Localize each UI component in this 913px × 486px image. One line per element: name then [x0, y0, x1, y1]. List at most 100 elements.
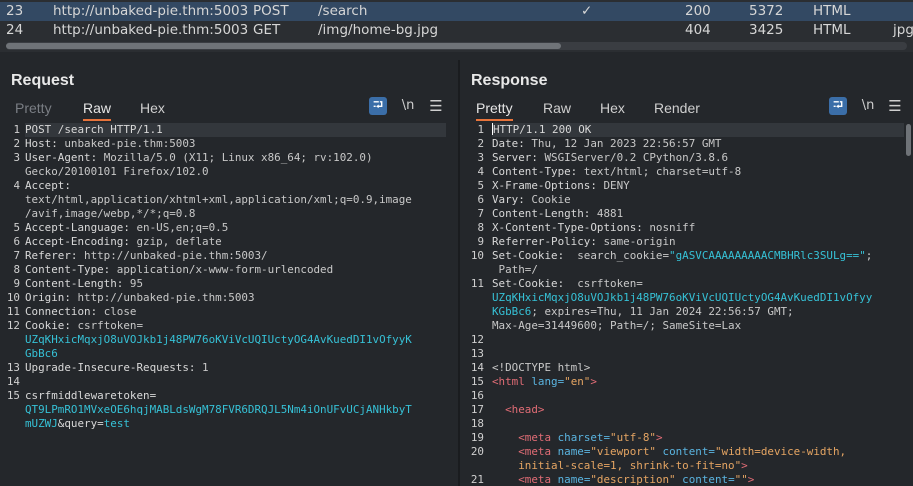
tab-render[interactable]: Render [654, 99, 700, 121]
vertical-scrollbar[interactable] [906, 124, 911, 156]
code-line: KGbBc6; expires=Thu, 11 Jan 2024 22:56:5… [492, 305, 904, 319]
line-number [460, 263, 484, 277]
code-line: Gecko/20100101 Firefox/102.0 [25, 165, 446, 179]
line-number: 12 [6, 319, 20, 332]
line-number: 6 [13, 235, 20, 248]
history-row-extension: jpg [893, 22, 913, 38]
horizontal-scrollbar[interactable] [6, 42, 907, 50]
history-row-length: 3425 [749, 22, 784, 38]
code-token: /avif,image/webp,*/*;q=0.8 [25, 207, 196, 220]
code-token: "description" [590, 473, 676, 486]
code-token: initial-scale=1, shrink-to-fit=no" [492, 459, 742, 472]
code-line: <head> [492, 403, 904, 417]
code-token: unbaked-pie.thm:5003 [64, 137, 196, 150]
line-number: 15 [6, 389, 20, 402]
tab-pretty[interactable]: Pretty [476, 99, 513, 121]
code-line: X-Content-Type-Options: nosniff [492, 221, 904, 235]
line-number [0, 165, 20, 179]
line-number: 13 [470, 347, 484, 360]
code-token: > [590, 375, 597, 388]
wrap-lines-button[interactable]: ⮒ [369, 97, 387, 115]
code-token: WSGIServer/0.2 CPython/3.8.6 [544, 151, 729, 164]
line-number: 9 [13, 277, 20, 290]
history-row[interactable]: 24 http://unbaked-pie.thm:5003 GET /img/… [0, 21, 913, 40]
code-token: en-US,en;q=0.5 [136, 221, 229, 234]
code-line: <meta name="description" content=""> [492, 473, 904, 486]
code-token: Content-Length: [492, 207, 597, 220]
wrap-lines-button[interactable]: ⮒ [829, 97, 847, 115]
line-number: 7 [477, 207, 484, 220]
code-token: Accept-Language: [25, 221, 137, 234]
code-token: text/html,application/xhtml+xml,applicat… [25, 193, 412, 206]
response-title: Response [471, 72, 548, 89]
line-number: 14 [6, 375, 20, 388]
code-token: name= [551, 445, 591, 458]
request-code[interactable]: POST /search HTTP/1.1 Host: unbaked-pie.t… [25, 123, 446, 431]
response-editor[interactable]: 1 2 3 4 5 6 7 8 9 10 11 12 13 14 15 16 17 18 19 20 21 HTTP/1… [460, 123, 913, 486]
tab-hex[interactable]: Hex [600, 99, 625, 121]
history-row[interactable]: 23 http://unbaked-pie.thm:5003 POST /sea… [0, 2, 913, 21]
line-number [0, 193, 20, 207]
code-token: Upgrade-Insecure-Requests: [25, 361, 203, 374]
history-row-number: 23 [6, 3, 24, 19]
history-row-host: http://unbaked-pie.thm:5003 [53, 3, 249, 19]
code-line: Set-Cookie: search_cookie="gASVCAAAAAAAA… [492, 249, 904, 263]
code-token: charset= [551, 431, 611, 444]
wrap-icon: ⮒ [832, 98, 844, 113]
menu-icon[interactable]: ☰ [428, 97, 444, 115]
code-line: initial-scale=1, shrink-to-fit=no"> [492, 459, 904, 473]
code-token: text/html; charset=utf-8 [583, 165, 742, 178]
line-number: 19 [470, 431, 484, 444]
code-token: ; [865, 249, 873, 262]
line-number: 11 [470, 277, 484, 290]
line-number: 16 [470, 389, 484, 402]
code-token: <meta [518, 445, 552, 458]
code-token: "" [734, 473, 748, 486]
tab-raw[interactable]: Raw [83, 99, 112, 121]
code-line: Accept-Encoding: gzip, deflate [25, 235, 446, 249]
response-code[interactable]: HTTP/1.1 200 OK Date: Thu, 12 Jan 2023 22… [492, 123, 904, 486]
history-row-number: 24 [6, 22, 24, 38]
code-token: content= [675, 473, 735, 486]
code-line: /avif,image/webp,*/*;q=0.8 [25, 207, 446, 221]
show-newlines-button[interactable]: \n [860, 97, 876, 115]
request-editor[interactable]: 1 2 3 4 5 6 7 8 9 10 11 12 13 14 15 POST /search HTTP/… [0, 123, 458, 486]
code-token: X-Content-Type-Options: [492, 221, 650, 234]
menu-icon[interactable]: ☰ [887, 97, 903, 115]
tab-pretty[interactable]: Pretty [15, 99, 52, 121]
code-token: 4881 [596, 207, 624, 220]
code-line: User-Agent: Mozilla/5.0 (X11; Linux x86_… [25, 151, 446, 165]
show-newlines-button[interactable]: \n [400, 97, 416, 115]
line-number: 8 [13, 263, 20, 276]
response-pane: Response Pretty Raw Hex Render ⮒ \n ☰ 12… [460, 60, 913, 486]
history-row-mime: HTML [813, 22, 851, 38]
code-token: > [741, 459, 748, 472]
line-number: 1 [13, 123, 20, 136]
code-token: Referer: [25, 249, 85, 262]
line-number [0, 417, 20, 431]
code-token: GbBc6 [25, 347, 58, 360]
code-line: Accept-Language: en-US,en;q=0.5 [25, 221, 446, 235]
code-token: http://unbaked-pie.thm:5003 [77, 291, 255, 304]
code-token: search_cookie= [570, 249, 670, 262]
scrollbar-thumb[interactable] [6, 43, 561, 49]
history-row-length: 5372 [749, 3, 784, 19]
tab-hex[interactable]: Hex [140, 99, 165, 121]
line-number [460, 305, 484, 319]
line-number: 5 [477, 179, 484, 192]
code-token: <html [492, 375, 525, 388]
code-line: Content-Length: 95 [25, 277, 446, 291]
code-token: name= [551, 473, 591, 486]
code-token: Mozilla/5.0 (X11; Linux x86_64; rv:102.0… [103, 151, 373, 164]
code-token: UZqKHxicMqxjO8uVOJkb1j48PW76oKViVcUQIUct… [492, 291, 873, 304]
line-number: 17 [470, 403, 484, 416]
tab-raw[interactable]: Raw [543, 99, 571, 121]
history-row-status: 200 [685, 3, 711, 19]
line-number: 3 [13, 151, 20, 164]
code-token: Thu, 12 Jan 2023 22:56:57 GMT [531, 137, 722, 150]
line-number: 2 [13, 137, 20, 150]
